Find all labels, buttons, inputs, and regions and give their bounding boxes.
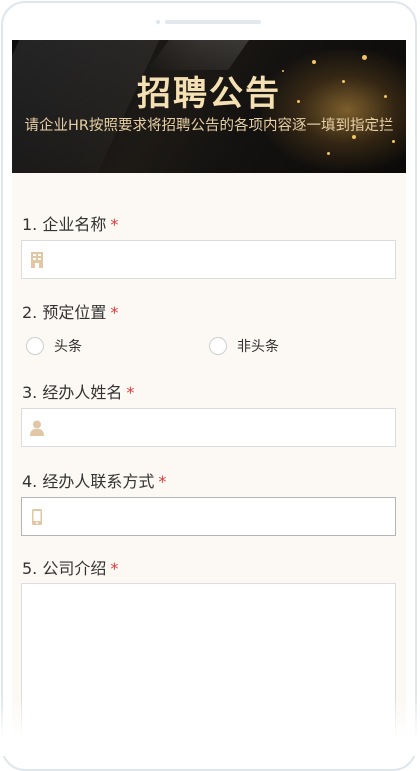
question-label: 5. 公司介绍 <box>22 559 107 578</box>
radio-label: 头条 <box>54 339 82 355</box>
company-name-input[interactable] <box>21 240 396 279</box>
question-label: 4. 经办人联系方式 <box>22 472 155 491</box>
radio-headline[interactable]: 头条 <box>26 336 82 356</box>
required-mark: * <box>158 472 167 491</box>
person-icon <box>30 420 44 436</box>
header-banner: 招聘公告 请企业HR按照要求将招聘公告的各项内容逐一填到指定拦 <box>12 40 406 173</box>
question-contact-name: 3. 经办人姓名 * <box>22 379 134 403</box>
gold-sparkle <box>362 55 367 60</box>
phone-icon <box>32 509 42 525</box>
form-screen: 招聘公告 请企业HR按照要求将招聘公告的各项内容逐一填到指定拦 1. 企业名称 *… <box>12 40 406 756</box>
radio-label: 非头条 <box>237 339 279 355</box>
gold-sparkle <box>327 152 330 155</box>
question-label: 3. 经办人姓名 <box>22 383 123 402</box>
contact-name-input[interactable] <box>21 408 396 447</box>
required-mark: * <box>110 303 119 322</box>
question-contact-phone: 4. 经办人联系方式 * <box>22 468 166 492</box>
question-label: 2. 预定位置 <box>22 303 107 322</box>
contact-phone-input[interactable] <box>21 497 396 536</box>
required-mark: * <box>110 215 119 234</box>
radio-circle <box>26 337 44 355</box>
question-label: 1. 企业名称 <box>22 215 107 234</box>
page-subtitle: 请企业HR按照要求将招聘公告的各项内容逐一填到指定拦 <box>24 118 394 134</box>
camera-dot <box>156 20 160 24</box>
page-title: 招聘公告 <box>137 74 281 114</box>
required-mark: * <box>126 383 135 402</box>
question-position: 2. 预定位置 * <box>22 299 118 323</box>
question-company-name: 1. 企业名称 * <box>22 211 118 235</box>
gold-sparkle <box>392 140 395 143</box>
speaker-grille <box>165 20 261 24</box>
question-company-intro: 5. 公司介绍 * <box>22 555 118 579</box>
required-mark: * <box>110 559 119 578</box>
bottom-fade <box>0 696 420 756</box>
radio-non-headline[interactable]: 非头条 <box>209 336 279 356</box>
gold-sparkle <box>312 60 316 64</box>
radio-circle <box>209 337 227 355</box>
building-icon <box>31 252 43 268</box>
